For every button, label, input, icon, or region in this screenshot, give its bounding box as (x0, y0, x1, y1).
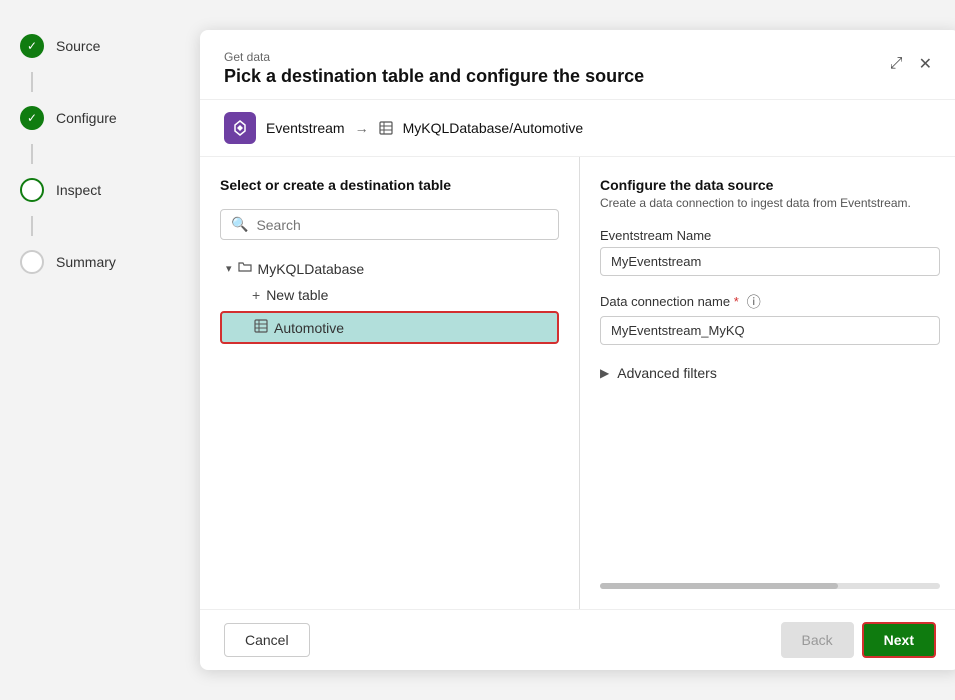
sidebar-item-summary-label: Summary (56, 254, 116, 270)
connection-label-row: Data connection name * ⓘ (600, 292, 940, 312)
step-connector-2 (31, 144, 33, 164)
connection-name-label: Data connection name * (600, 294, 739, 309)
dialog-titles: Get data Pick a destination table and co… (224, 50, 644, 87)
search-input[interactable] (256, 217, 548, 233)
dialog-header: Get data Pick a destination table and co… (200, 30, 955, 100)
sidebar: ✓ Source ✓ Configure Inspect Summary (0, 0, 180, 700)
dialog-title-large: Pick a destination table and configure t… (224, 66, 644, 87)
dialog-body: Select or create a destination table 🔍 ▾ (200, 157, 955, 609)
footer-right: Back Next (781, 622, 936, 658)
step-circle-inspect (20, 178, 44, 202)
right-panel-desc: Create a data connection to ingest data … (600, 195, 940, 212)
db-folder-icon (238, 260, 252, 277)
selected-table-name: Automotive (274, 320, 344, 336)
eventstream-name-input[interactable] (600, 247, 940, 276)
step-connector-3 (31, 216, 33, 236)
sidebar-item-configure-label: Configure (56, 110, 117, 126)
plus-icon: + (252, 287, 260, 303)
expand-button[interactable]: ⤢ (886, 50, 907, 78)
db-icon (379, 121, 393, 135)
eventstream-icon (224, 112, 256, 144)
close-button[interactable]: ✕ (915, 50, 936, 78)
search-box[interactable]: 🔍 (220, 209, 559, 240)
left-panel: Select or create a destination table 🔍 ▾ (200, 157, 580, 609)
table-icon (254, 319, 268, 336)
advanced-filters[interactable]: ▶ Advanced filters (600, 361, 940, 385)
right-panel-header: Configure the data source Create a data … (600, 177, 940, 212)
required-indicator: * (734, 294, 739, 309)
step-connector-1 (31, 72, 33, 92)
scrollbar-area (600, 575, 940, 589)
back-button[interactable]: Back (781, 622, 854, 658)
sidebar-item-summary[interactable]: Summary (0, 236, 180, 288)
connection-name-field: Data connection name * ⓘ (600, 292, 940, 345)
eventstream-name-field: Eventstream Name (600, 228, 940, 276)
breadcrumb-db-name: MyKQLDatabase/Automotive (403, 120, 584, 136)
connection-name-input[interactable] (600, 316, 940, 345)
advanced-filters-chevron: ▶ (600, 366, 609, 380)
sidebar-item-source[interactable]: ✓ Source (0, 20, 180, 72)
search-icon: 🔍 (231, 216, 248, 233)
advanced-filters-label: Advanced filters (617, 365, 717, 381)
tree-item-automotive[interactable]: Automotive (220, 311, 559, 344)
sidebar-item-source-label: Source (56, 38, 100, 54)
step-circle-summary (20, 250, 44, 274)
breadcrumb-source-name: Eventstream (266, 120, 345, 136)
tree-db-name: MyKQLDatabase (258, 261, 365, 277)
left-panel-title: Select or create a destination table (220, 177, 559, 193)
right-panel-title: Configure the data source (600, 177, 940, 193)
next-button[interactable]: Next (862, 622, 936, 658)
scrollbar-track[interactable] (600, 583, 940, 589)
dialog: Get data Pick a destination table and co… (200, 30, 955, 670)
cancel-button[interactable]: Cancel (224, 623, 310, 657)
right-panel: Configure the data source Create a data … (580, 157, 955, 609)
step-circle-configure: ✓ (20, 106, 44, 130)
sidebar-item-inspect[interactable]: Inspect (0, 164, 180, 216)
tree-chevron-down: ▾ (226, 262, 232, 275)
tree-db-row[interactable]: ▾ MyKQLDatabase (220, 256, 559, 281)
breadcrumb-bar: Eventstream → MyKQLDatabase/Automotive (200, 100, 955, 157)
sidebar-item-configure[interactable]: ✓ Configure (0, 92, 180, 144)
tree-new-table[interactable]: + New table (220, 283, 559, 307)
sidebar-item-inspect-label: Inspect (56, 182, 101, 198)
dialog-title-small: Get data (224, 50, 644, 64)
step-circle-source: ✓ (20, 34, 44, 58)
scrollbar-thumb (600, 583, 838, 589)
main-area: Get data Pick a destination table and co… (180, 0, 955, 700)
info-icon[interactable]: ⓘ (747, 292, 761, 312)
new-table-label: New table (266, 287, 328, 303)
dialog-footer: Cancel Back Next (200, 609, 955, 670)
tree-view: ▾ MyKQLDatabase + New table (220, 256, 559, 346)
breadcrumb-arrow: → (355, 120, 369, 136)
eventstream-name-label: Eventstream Name (600, 228, 940, 243)
dialog-header-actions: ⤢ ✕ (886, 50, 936, 78)
